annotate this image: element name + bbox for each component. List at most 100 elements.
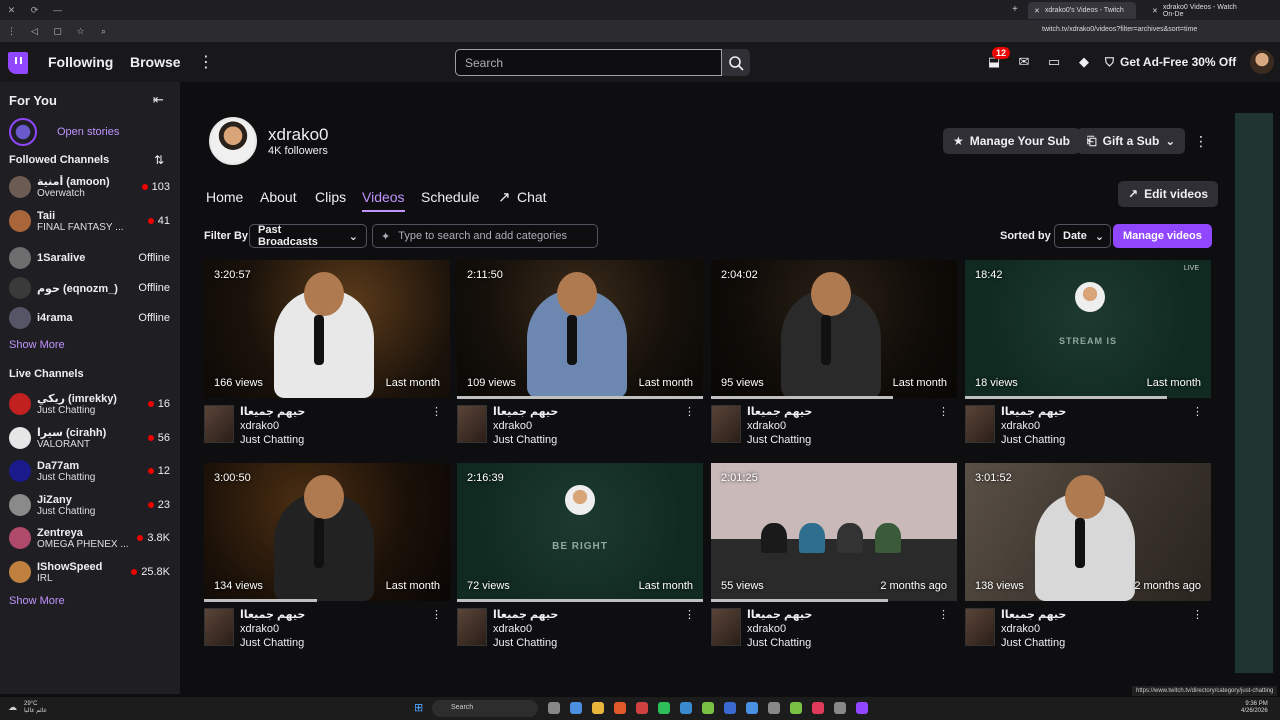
clock[interactable]: 9:36 PM 4/26/2026 — [1241, 701, 1268, 715]
video-thumbnail[interactable]: 2:04:02 95 views Last month — [711, 260, 957, 398]
show-more-followed[interactable]: Show More — [9, 339, 65, 351]
video-category[interactable]: Just Chatting — [747, 434, 811, 446]
video-thumbnail[interactable]: 2:01:25 55 views 2 months ago — [711, 463, 957, 601]
live-channel[interactable]: IShowSpeed IRL 25.8K — [9, 557, 175, 587]
video-channel[interactable]: xdrako0 — [747, 623, 786, 635]
user-avatar[interactable] — [1250, 50, 1274, 74]
filter-select[interactable]: Past Broadcasts ⌄ — [249, 224, 367, 248]
video-card[interactable]: 3:00:50 134 views Last month حيهم جميعاا xdr… — [204, 463, 450, 653]
tab-videos[interactable]: Videos — [362, 189, 405, 212]
live-channel[interactable]: Da77am Just Chatting 12 — [9, 456, 175, 486]
video-category[interactable]: Just Chatting — [240, 637, 304, 649]
live-channel[interactable]: Zentreya OMEGA PHENEX ... 3.8K — [9, 523, 175, 553]
live-channel[interactable]: ريكي (imrekky) Just Chatting 16 — [9, 389, 175, 419]
video-channel[interactable]: xdrako0 — [747, 420, 786, 432]
browser-tab-active[interactable]: ✕ xdrako0's Videos - Twitch — [1028, 2, 1136, 19]
search-input[interactable]: Search — [455, 49, 722, 76]
bits-icon[interactable]: ◆ — [1075, 53, 1093, 71]
video-card[interactable]: 2:04:02 95 views Last month حيهم جميعاا xdra… — [711, 260, 957, 450]
manage-videos-button[interactable]: Manage videos — [1113, 224, 1212, 248]
sort-select[interactable]: Date ⌄ — [1054, 224, 1111, 248]
video-channel[interactable]: xdrako0 — [1001, 623, 1040, 635]
show-more-live[interactable]: Show More — [9, 595, 65, 607]
weather-widget[interactable]: 29°C غائم غالبا — [24, 701, 47, 715]
video-avatar[interactable] — [457, 405, 487, 443]
category-search-input[interactable]: ✦ Type to search and add categories — [372, 224, 598, 248]
video-avatar[interactable] — [204, 405, 234, 443]
video-category[interactable]: Just Chatting — [747, 637, 811, 649]
ad-free-button[interactable]: ⛉ Get Ad-Free 30% Off — [1105, 50, 1236, 74]
url-field[interactable]: twitch.tv/xdrako0/videos?filter=archives… — [1042, 26, 1197, 33]
edit-videos-button[interactable]: ↗ Edit videos — [1118, 181, 1219, 207]
folder-icon[interactable] — [592, 702, 604, 714]
followed-channel[interactable]: Taii FINAL FANTASY ... 41 — [9, 206, 175, 236]
video-title[interactable]: حيهم جميعاا — [747, 405, 812, 418]
video-category[interactable]: Just Chatting — [493, 434, 557, 446]
back-icon[interactable]: ◁ — [23, 26, 46, 37]
video-channel[interactable]: xdrako0 — [493, 420, 532, 432]
followed-channel[interactable]: i4rama Offline — [9, 303, 175, 333]
window-close-icon[interactable]: ✕ — [0, 5, 23, 16]
new-tab-icon[interactable]: + — [1012, 4, 1018, 15]
video-thumbnail[interactable]: BE RIGHT 2:16:39 72 views Last month — [457, 463, 703, 601]
sort-icon[interactable]: ⇅ — [154, 153, 164, 167]
collapse-sidebar-icon[interactable]: ⇤ — [153, 92, 164, 108]
video-channel[interactable]: xdrako0 — [240, 420, 279, 432]
manage-sub-button[interactable]: ★ Manage Your Sub — [943, 128, 1081, 154]
video-channel[interactable]: xdrako0 — [493, 623, 532, 635]
video-title[interactable]: حيهم جميعاا — [493, 608, 558, 621]
video-avatar[interactable] — [711, 405, 741, 443]
app-icon[interactable] — [746, 702, 758, 714]
window-minimize-icon[interactable]: — — [46, 5, 69, 15]
edge-icon[interactable] — [570, 702, 582, 714]
taskbar-search[interactable]: Search — [432, 700, 538, 717]
video-avatar[interactable] — [457, 608, 487, 646]
tab-about[interactable]: About — [260, 189, 297, 205]
app-icon[interactable] — [790, 702, 802, 714]
mail-icon[interactable]: ✉ — [1015, 53, 1033, 71]
video-avatar[interactable] — [711, 608, 741, 646]
video-avatar[interactable] — [965, 405, 995, 443]
video-category[interactable]: Just Chatting — [493, 637, 557, 649]
scrollbar[interactable] — [1235, 113, 1273, 673]
nav-following[interactable]: Following — [48, 54, 113, 70]
video-more-icon[interactable]: ⋮ — [1192, 608, 1203, 621]
search-icon[interactable]: ⌕ — [92, 26, 115, 37]
video-thumbnail[interactable]: 3:00:50 134 views Last month — [204, 463, 450, 601]
tab-clips[interactable]: Clips — [315, 189, 346, 205]
twitch-logo-icon[interactable] — [8, 52, 28, 74]
video-category[interactable]: Just Chatting — [1001, 637, 1065, 649]
windows-start-icon[interactable]: ⊞ — [414, 701, 423, 714]
live-channel[interactable]: سيرا (cirahh) VALORANT 56 — [9, 423, 175, 453]
spotify-icon[interactable] — [658, 702, 670, 714]
media-icon[interactable] — [812, 702, 824, 714]
channel-more-icon[interactable]: ⋮ — [1194, 133, 1208, 150]
browser-tab[interactable]: ✕ xdrako0 Videos - Watch On-De — [1146, 2, 1256, 19]
search-button[interactable] — [722, 49, 750, 76]
video-thumbnail[interactable]: STREAM IS LIVE 18:42 18 views Last month — [965, 260, 1211, 398]
app-icon[interactable] — [856, 702, 868, 714]
channel-avatar[interactable] — [209, 117, 257, 165]
video-channel[interactable]: xdrako0 — [1001, 420, 1040, 432]
video-avatar[interactable] — [204, 608, 234, 646]
video-title[interactable]: حيهم جميعاا — [1001, 405, 1066, 418]
video-card[interactable]: BE RIGHT 2:16:39 72 views Last month حيهم جم… — [457, 463, 703, 653]
video-card[interactable]: 2:11:50 109 views Last month حيهم جميعاا xdr… — [457, 260, 703, 450]
open-stories[interactable]: Open stories — [9, 118, 119, 146]
video-more-icon[interactable]: ⋮ — [684, 608, 695, 621]
video-title[interactable]: حيهم جميعاا — [493, 405, 558, 418]
video-more-icon[interactable]: ⋮ — [938, 608, 949, 621]
video-card[interactable]: 3:20:57 166 views Last month حيهم جميعاا xdr… — [204, 260, 450, 450]
tab-chat[interactable]: Chat — [517, 189, 547, 205]
video-card[interactable]: STREAM IS LIVE 18:42 18 views Last month حيهم… — [965, 260, 1211, 450]
task-view-icon[interactable] — [548, 702, 560, 714]
video-channel[interactable]: xdrako0 — [240, 623, 279, 635]
live-channel[interactable]: JiZany Just Chatting 23 — [9, 490, 175, 520]
video-more-icon[interactable]: ⋮ — [431, 405, 442, 418]
video-more-icon[interactable]: ⋮ — [1192, 405, 1203, 418]
window-reload-icon[interactable]: ⟳ — [23, 5, 46, 16]
video-title[interactable]: حيهم جميعاا — [240, 608, 305, 621]
followed-channel[interactable]: حوم (eqnozm_) Offline — [9, 273, 175, 303]
gift-sub-button[interactable]: ⎗ Gift a Sub ⌄ — [1077, 128, 1186, 154]
tabs-icon[interactable]: ▢ — [46, 26, 69, 37]
